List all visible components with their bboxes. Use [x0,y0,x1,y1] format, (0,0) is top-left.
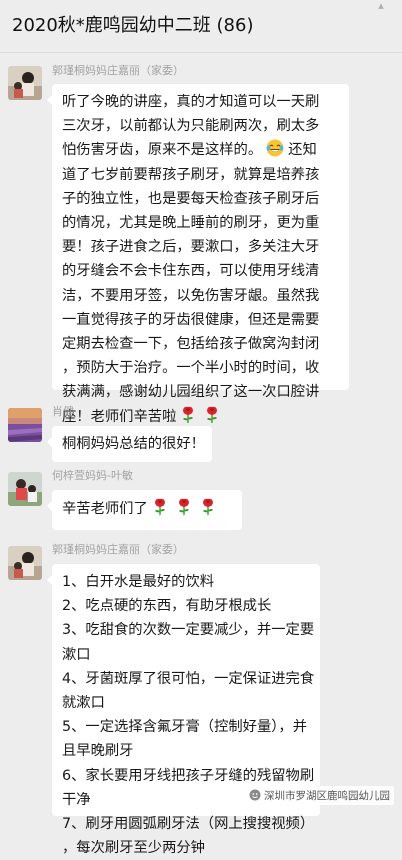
rose-emoji-icon [152,498,168,516]
message-line: 桐桐妈妈总结的很好！ [62,436,205,452]
list-item: 漱口 [62,646,91,663]
rose-emoji-icon [200,498,216,516]
chat-header: 2020秋*鹿鸣园幼中二班 (86) ▴ [0,0,402,53]
list-item: 4、牙菌斑厚了很可怕，一定保证进完食 [62,670,315,687]
avatar[interactable] [8,66,42,100]
sender-name: 何梓萱妈妈-叶敏 [52,469,133,482]
message-line-with-emoji: 怕伤害牙齿，原来不是这样的。 还知 [62,138,339,162]
sender-name: 郭瑾桐妈妈庄嘉丽（家委） [52,543,184,556]
avatar[interactable] [8,472,42,506]
list-item: 7、刷牙用圆弧刷牙法（网上搜搜视频） [62,816,315,833]
list-item: 且早晚刷牙 [62,743,134,760]
rose-emoji-icon [180,406,196,424]
message-text: 怕伤害牙齿，原来不是这样的。 [62,142,263,159]
rose-emoji-icon [204,406,220,424]
message-line: 获满满，感谢幼儿园组织了这一次口腔讲 [62,384,320,401]
list-item: 5、一定选择含氟牙膏（控制好量），并 [62,719,307,736]
message-line: 定期去检查一下，包括给孩子做窝沟封闭 [62,336,320,353]
message-text: 还知 [288,142,317,159]
message-line: 道了七岁前要帮孩子刷牙，就算是培养孩 [62,166,320,183]
avatar[interactable] [8,408,42,442]
watermark-text: 深圳市罗湖区鹿鸣园幼儿园 [264,790,390,802]
list-item: 就漱口 [62,695,105,712]
message-line: 的情况，尤其是晚上睡前的刷牙，更为重 [62,215,320,232]
list-item: ，每次刷牙至少两分钟 [62,840,205,857]
source-watermark: 深圳市罗湖区鹿鸣园幼儿园 [245,786,394,805]
sender-name: 郭瑾桐妈妈庄嘉丽（家委） [52,64,184,77]
list-item: 3、吃甜食的次数一定要减少，并一定要 [62,622,315,639]
message-line: ，预防大于治疗。一个半小时的时间，收 [62,360,320,377]
message-line: 一直觉得孩子的牙齿很健康，但还是需要 [62,311,320,328]
message-bubble[interactable]: 桐桐妈妈总结的很好！ [47,426,212,462]
list-item: 1、白开水是最好的饮料 [62,574,215,590]
message-text: 辛苦老师们了 [62,501,148,517]
chat-title[interactable]: 2020秋*鹿鸣园幼中二班 (86) [12,14,253,38]
message-line: 听了今晚的讲座，真的才知道可以一天刷 [62,94,320,110]
pin-icon[interactable]: ▴ [374,0,388,12]
message-line: 要！孩子进食之后，要漱口，多关注大牙 [62,239,320,256]
message-line: 的牙缝会不会卡住东西，可以使用牙线清 [62,263,320,280]
message-line: 洁，不要用牙签，以免伤害牙龈。虽然我 [62,287,320,304]
message-bubble[interactable]: 1、白开水是最好的饮料 2、吃点硬的东西，有助牙根成长 3、吃甜食的次数一定要减… [47,564,320,856]
list-item: 2、吃点硬的东西，有助牙根成长 [62,598,272,615]
wechat-channel-icon [249,789,261,801]
message-line: 子的独立性，也是要每天检查孩子刷牙后 [62,190,320,207]
message-line: 三次牙，以前都认为只能刷两次，刷太多 [62,118,320,135]
list-item: 6、家长要用牙线把孩子牙缝的残留物刷 [62,767,315,784]
message-bubble[interactable]: 听了今晚的讲座，真的才知道可以一天刷 三次牙，以前都认为只能刷两次，刷太多 怕伤… [47,84,349,425]
rose-emoji-icon [176,498,192,516]
laughing-emoji-icon [266,139,284,157]
message-text: 座！老师们辛苦啦 [62,408,177,425]
sender-name: 肖健 [52,405,74,418]
avatar[interactable] [8,546,42,580]
message-line-with-emoji: 辛苦老师们了 [62,496,232,522]
message-bubble[interactable]: 辛苦老师们了 [47,490,242,530]
